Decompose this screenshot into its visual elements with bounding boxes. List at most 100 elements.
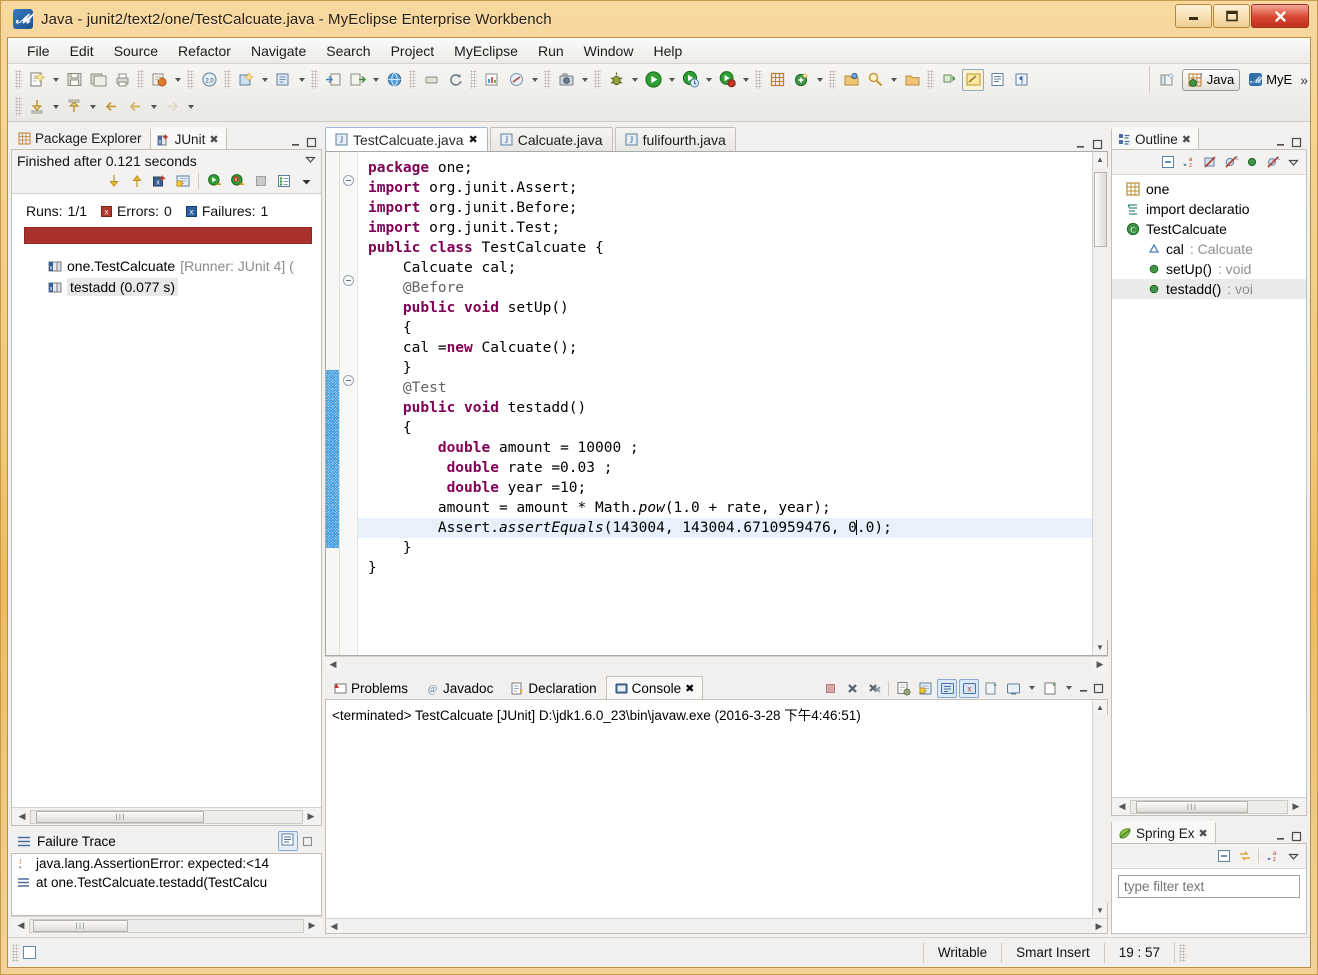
tab-package-explorer[interactable]: Package Explorer [11,127,150,149]
tab-junit-close-icon[interactable]: ✖ [209,133,218,146]
minimize-icon[interactable] [1074,138,1087,151]
tab-javadoc[interactable]: @ Javadoc [417,676,502,699]
minimize-button[interactable] [1175,4,1212,28]
next-failure-icon[interactable] [103,171,124,191]
outline-item-method-setup[interactable]: setUp() : void [1112,259,1306,279]
menu-navigate[interactable]: Navigate [242,40,315,62]
remove-launch-icon[interactable] [842,679,862,698]
tab-problems[interactable]: Problems [325,676,417,699]
toolbar-grip-8[interactable] [544,70,551,89]
open-perspective-icon[interactable] [1157,69,1179,91]
maximize-icon[interactable] [1092,682,1105,695]
previous-failure-icon[interactable] [126,171,147,191]
menu-edit[interactable]: Edit [61,40,103,62]
web-20-icon[interactable]: 2.0 [198,69,220,91]
outline-scroll-track[interactable]: III [1130,799,1288,814]
editor-tab-close-icon[interactable]: ✖ [469,133,478,146]
editor-vscroll-thumb[interactable] [1093,171,1107,248]
open-uml-dropdown[interactable] [528,69,541,91]
fold-marker[interactable] [343,275,354,286]
menu-source[interactable]: Source [105,40,167,62]
editor-horizontal-scrollbar[interactable]: ◀ ▶ [325,656,1108,671]
snapshot-icon[interactable] [555,69,577,91]
code-text[interactable]: package one; import org.junit.Assert; impo… [358,152,1092,655]
failure-trace-row[interactable]: at one.TestCalcuate.testadd(TestCalcu [12,873,321,892]
junit-scroll-track[interactable]: III [30,809,303,824]
toolbar-grip-6[interactable] [409,70,416,89]
scroll-left-icon[interactable]: ◀ [13,920,29,931]
collapse-all-icon[interactable] [1214,847,1233,865]
tab-console-close-icon[interactable]: ✖ [685,682,694,695]
deploy-dropdown[interactable] [171,69,184,91]
show-console-on-error-icon[interactable]: x [959,678,979,698]
toggle-mark-occurrences-icon[interactable] [962,68,984,91]
perspective-java[interactable]: J Java [1181,68,1241,91]
view-menu-icon[interactable] [1284,847,1303,865]
search-icon[interactable] [864,69,886,91]
next-edit-dropdown[interactable] [49,96,62,118]
hide-nonpublic-icon[interactable] [1242,153,1261,171]
next-edit-location-icon[interactable] [26,96,48,118]
close-button[interactable] [1251,4,1309,28]
test-history-icon[interactable] [273,171,294,191]
show-failures-only-icon[interactable]: x [149,171,170,191]
junit-view-menu-icon[interactable] [304,153,317,169]
folding-ruler[interactable] [340,152,358,655]
display-selected-console-icon[interactable] [1003,679,1023,698]
junit-scroll-thumb[interactable]: III [36,810,205,823]
perspective-overflow[interactable]: » [1300,72,1308,88]
view-menu-icon[interactable] [1284,153,1303,171]
toolbar-grip-9[interactable] [594,70,601,89]
print-preview-icon[interactable] [420,69,442,91]
new-class-dropdown[interactable] [813,69,826,91]
scroll-up-icon[interactable]: ▲ [1093,152,1108,167]
pin-console-icon[interactable] [981,679,1001,698]
refresh-icon[interactable] [444,69,466,91]
maximize-icon[interactable] [1091,138,1104,151]
new-wizard-dropdown[interactable] [49,69,62,91]
editor-hscroll-track[interactable] [341,657,1092,671]
link-editor-icon[interactable] [1235,847,1254,865]
run-dropdown[interactable] [665,69,678,91]
status-resize-grip[interactable] [1179,943,1186,962]
editor-vscroll-track[interactable] [1092,167,1108,640]
import-icon[interactable] [322,69,344,91]
menu-myeclipse[interactable]: MyEclipse [445,40,527,62]
fold-marker[interactable] [343,175,354,186]
scroll-right-icon[interactable]: ▶ [1092,659,1108,670]
toolbar-grip-3[interactable] [187,70,194,89]
hide-static-icon[interactable]: S [1221,153,1240,171]
test-tree-row-class[interactable]: x one.TestCalcuate [Runner: JUnit 4] ( [12,256,321,276]
toolbar-grip-12[interactable] [927,70,934,89]
failure-scroll-thumb[interactable]: III [32,919,129,932]
open-browser-icon[interactable] [383,69,405,91]
sort-icon[interactable]: az [1179,153,1198,171]
snapshot-dropdown[interactable] [578,69,591,91]
hide-local-types-icon[interactable]: L [1263,153,1282,171]
menu-search[interactable]: Search [317,40,379,62]
menu-refactor[interactable]: Refactor [169,40,240,62]
open-resource-icon[interactable] [840,69,862,91]
toolbar-grip-4[interactable] [224,70,231,89]
sort-icon[interactable]: az [1263,847,1282,865]
editor-tab-calcuate[interactable]: J Calcuate.java [489,127,613,151]
scroll-lock-icon[interactable] [915,679,935,698]
open-uml-icon[interactable] [505,69,527,91]
toolbar-grip-11[interactable] [829,70,836,89]
hide-fields-icon[interactable] [1200,153,1219,171]
toolbar-grip-10[interactable] [755,70,762,89]
maximize-button[interactable] [1213,4,1250,28]
editor-tab-testcalcuate[interactable]: J TestCalcuate.java ✖ [325,127,488,151]
open-console-dropdown[interactable] [1062,677,1075,699]
scroll-right-icon[interactable]: ▶ [303,811,319,822]
export-dropdown[interactable] [369,69,382,91]
previous-edit-location-icon[interactable] [63,96,85,118]
menu-file[interactable]: File [18,40,59,62]
save-all-icon[interactable] [87,69,109,91]
scroll-left-icon[interactable]: ◀ [325,659,341,670]
new-wizard-icon[interactable] [26,69,48,91]
open-console-icon[interactable] [1040,679,1060,698]
toggle-block-selection-icon[interactable]: ¶ [1010,69,1032,91]
scroll-right-icon[interactable]: ▶ [1091,921,1107,932]
console-vertical-scrollbar[interactable]: ▲ ▼ [1092,700,1108,918]
